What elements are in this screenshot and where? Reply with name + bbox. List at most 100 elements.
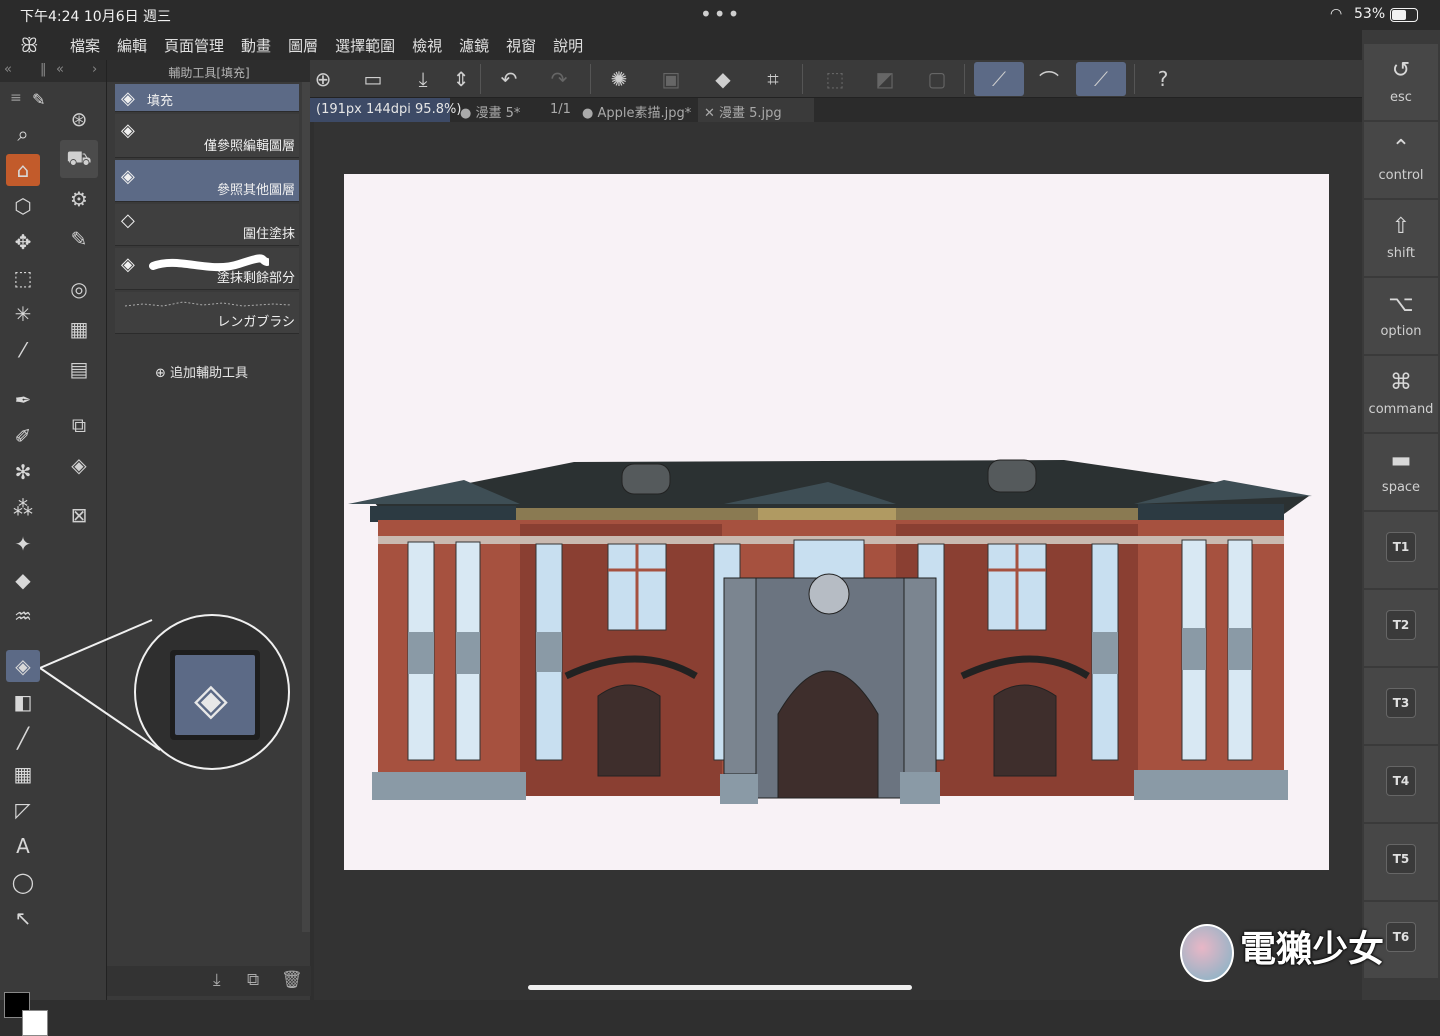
ruler-tool-icon[interactable]: ◸ <box>6 794 40 826</box>
subtool-item-brick-brush[interactable]: レンガブラシ <box>115 292 299 334</box>
app-logo-icon[interactable]: ꕥ <box>20 33 39 57</box>
correct-line-tool-icon[interactable]: ↖ <box>6 902 40 934</box>
sub-tool-footer: ⤓ ⧉ 🗑 <box>107 966 311 996</box>
tab-comic-5-jpg[interactable]: ✕ 漫畫 5.jpg <box>698 98 814 122</box>
figure-tool-icon[interactable]: ╱ <box>6 722 40 754</box>
snap-grid-icon[interactable]: ⟋ <box>1076 62 1126 96</box>
subtool-item-other-layers[interactable]: ◈ 參照其他圖層 <box>115 160 299 202</box>
subtool-item-paint-unfilled[interactable]: ◈ 塗抹剩餘部分 <box>115 248 299 290</box>
save-icon[interactable]: ⤓ <box>406 62 440 96</box>
import-icon[interactable]: ⤓ <box>213 970 221 990</box>
menu-edit[interactable]: 編輯 <box>117 35 147 56</box>
layers-icon[interactable]: ◈ <box>60 446 98 484</box>
timeline-icon[interactable]: ▤ <box>60 350 98 388</box>
menu-icon[interactable]: ≡ <box>10 90 22 106</box>
move-tool-icon[interactable]: ✥ <box>6 226 40 258</box>
frame-tool-icon[interactable]: ▦ <box>6 758 40 790</box>
open-folder-icon[interactable]: ▭ <box>356 62 390 96</box>
help-icon[interactable]: ? <box>1146 62 1180 96</box>
zoom-tool-icon[interactable]: ⌕ <box>6 118 40 150</box>
menu-window[interactable]: 視窗 <box>506 35 536 56</box>
navigator-icon[interactable]: ⊠ <box>60 496 98 534</box>
gradient-tool-icon[interactable]: ◧ <box>6 686 40 718</box>
brush-tool-icon[interactable]: ✻ <box>6 456 40 488</box>
invert-selection-icon[interactable]: ◩ <box>868 62 902 96</box>
magic-wand-icon[interactable]: ✳ <box>6 298 40 330</box>
object-tool-icon[interactable]: ⬡ <box>6 190 40 222</box>
sub-tool-group-icon[interactable]: ⊛ <box>60 100 98 138</box>
battery-icon <box>1390 8 1418 22</box>
space-key[interactable]: ▬ space <box>1364 434 1438 510</box>
menu-filter[interactable]: 濾鏡 <box>459 35 489 56</box>
eraser-tool-icon[interactable]: ◆ <box>6 564 40 596</box>
menu-selection[interactable]: 選擇範圍 <box>335 35 395 56</box>
layer-property-icon[interactable]: ⧉ <box>60 406 98 444</box>
color-swatches[interactable] <box>4 992 48 1036</box>
color-set-icon[interactable]: ▦ <box>60 310 98 348</box>
multitask-dots[interactable]: ••• <box>700 2 741 26</box>
brush-size-icon[interactable]: ✎ <box>60 220 98 258</box>
add-subtool-button[interactable]: ⊕ 追加輔助工具 <box>155 362 248 381</box>
subtool-item-enclose-fill[interactable]: ◇ 圍住塗抹 <box>115 204 299 246</box>
fill-tool-icon[interactable]: ◈ <box>6 650 40 682</box>
esc-key[interactable]: ↺ esc <box>1364 44 1438 120</box>
option-icon: ⌥ <box>1388 292 1414 317</box>
menu-view[interactable]: 檢視 <box>412 35 442 56</box>
menu-help[interactable]: 說明 <box>553 35 583 56</box>
fill-group-icon[interactable]: ⛟ <box>60 140 98 178</box>
deselect-icon[interactable]: ⬚ <box>818 62 852 96</box>
color-circle-icon[interactable]: ◎ <box>60 270 98 308</box>
snap-ruler-icon[interactable]: ⟋ <box>974 62 1024 96</box>
pen-tab-icon[interactable]: ✎ <box>32 90 45 109</box>
loading-icon[interactable]: ✺ <box>602 62 636 96</box>
subpanel-scrollbar[interactable] <box>302 82 310 932</box>
t5-key[interactable]: T5 <box>1364 824 1438 900</box>
subtool-item-fill[interactable]: ◈ 填充 <box>115 84 299 112</box>
command-key[interactable]: ⌘ command <box>1364 356 1438 432</box>
clear-selection-icon[interactable]: ▢ <box>920 62 954 96</box>
home-indicator[interactable] <box>528 985 912 990</box>
tab-apple-sketch[interactable]: ● Apple素描.jpg* <box>576 98 697 122</box>
new-file-icon[interactable]: ⊕ <box>306 62 340 96</box>
transform-icon[interactable]: ▣ <box>654 62 688 96</box>
control-key[interactable]: ⌃ control <box>1364 122 1438 198</box>
fill-selection-icon[interactable]: ◆ <box>706 62 740 96</box>
shift-key[interactable]: ⇧ shift <box>1364 200 1438 276</box>
menu-file[interactable]: 檔案 <box>70 35 100 56</box>
t4-key[interactable]: T4 <box>1364 746 1438 822</box>
decoration-tool-icon[interactable]: ✦ <box>6 528 40 560</box>
menu-page[interactable]: 頁面管理 <box>164 35 224 56</box>
eyedropper-icon[interactable]: ⁄ <box>6 334 40 366</box>
background-color[interactable] <box>22 1010 48 1036</box>
menu-layer[interactable]: 圖層 <box>288 35 318 56</box>
pencil-tool-icon[interactable]: ✐ <box>6 420 40 452</box>
operation-tool-icon[interactable]: ⌂ <box>6 154 40 186</box>
undo-icon[interactable]: ↶ <box>492 62 526 96</box>
duplicate-icon[interactable]: ⧉ <box>247 970 259 990</box>
t3-key[interactable]: T3 <box>1364 668 1438 744</box>
crop-icon[interactable]: ⌗ <box>756 62 790 96</box>
subtool-item-edit-layer[interactable]: ◈ 僅參照編輯圖層 <box>115 114 299 158</box>
tab-canvas-info[interactable]: (191px 144dpi 95.8%) <box>310 98 461 122</box>
menu-animation[interactable]: 動畫 <box>241 35 271 56</box>
blend-tool-icon[interactable]: ♒ <box>6 600 40 632</box>
balloon-tool-icon[interactable]: ◯ <box>6 866 40 898</box>
selection-tool-icon[interactable]: ⬚ <box>6 262 40 294</box>
pen-tool-icon[interactable]: ✒ <box>6 384 40 416</box>
option-key[interactable]: ⌥ option <box>1364 278 1438 354</box>
text-tool-icon[interactable]: A <box>6 830 40 862</box>
airbrush-tool-icon[interactable]: ⁂ <box>6 492 40 524</box>
collapse-icon[interactable]: « <box>4 62 12 77</box>
grip-icon[interactable]: ‖ <box>40 62 47 77</box>
fill-settings-icon[interactable]: ⚙ <box>60 180 98 218</box>
updown-icon[interactable]: ⇕ <box>444 62 478 96</box>
redo-icon[interactable]: ↷ <box>542 62 576 96</box>
t2-key[interactable]: T2 <box>1364 590 1438 666</box>
collapse-left-icon[interactable]: « <box>56 62 64 77</box>
chevron-right-icon[interactable]: › <box>92 62 97 77</box>
drawing-canvas[interactable] <box>344 174 1329 870</box>
snap-special-ruler-icon[interactable]: ⌒ <box>1032 62 1066 96</box>
trash-icon[interactable]: 🗑 <box>281 970 303 990</box>
t1-key[interactable]: T1 <box>1364 512 1438 588</box>
tab-comic-5[interactable]: ● 漫畫 5* <box>454 98 526 122</box>
